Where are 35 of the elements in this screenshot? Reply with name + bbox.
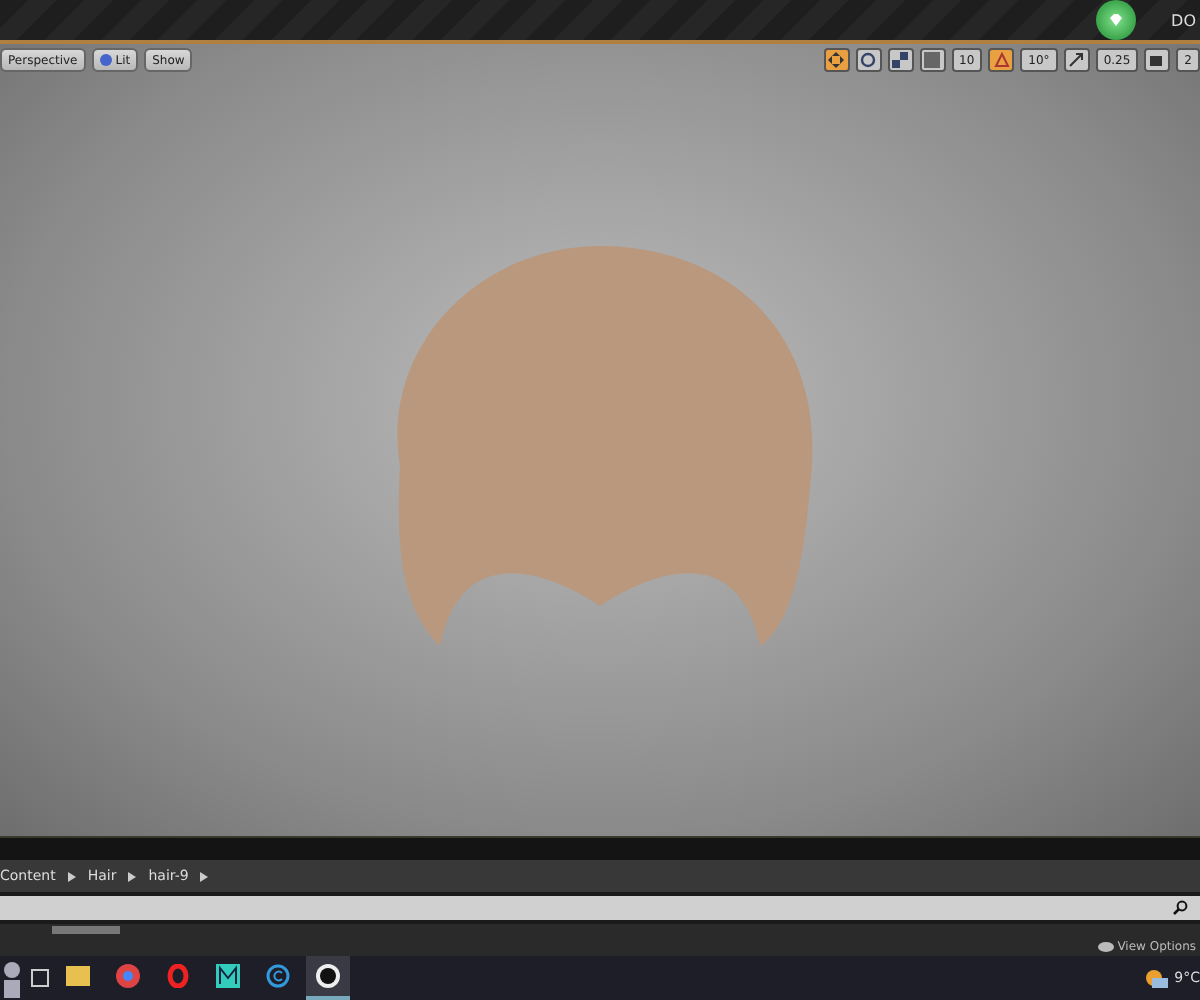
gem-icon: [1107, 12, 1124, 28]
eye-icon: [1097, 941, 1114, 951]
transform-tool[interactable]: [823, 48, 850, 72]
letter-m-square-icon: [216, 964, 240, 988]
snap-toggle[interactable]: [1063, 48, 1090, 72]
search-field[interactable]: [0, 896, 1200, 920]
user-silhouette-icon: [0, 958, 24, 998]
camera-icon: [1149, 52, 1166, 68]
round-browser-icon: [116, 964, 140, 988]
ring-o-icon: [166, 964, 190, 988]
user-label: DO: [1171, 11, 1196, 29]
rotate-icon: [860, 52, 877, 68]
triangle-icon: [993, 52, 1010, 68]
snap-toggle[interactable]: [919, 48, 946, 72]
move-arrows-icon: [828, 52, 845, 68]
weather-icon: [1144, 968, 1169, 988]
search-icon: [1172, 900, 1188, 916]
taskbar-app[interactable]: [306, 956, 350, 1000]
scrollbar-thumb[interactable]: [52, 926, 120, 934]
diagonal-arrow-icon: [1068, 52, 1085, 68]
task-view-icon: [30, 968, 50, 988]
caret-icon: [128, 871, 137, 881]
snap-toggle[interactable]: [988, 48, 1015, 72]
folder-icon: [66, 966, 90, 986]
round-logo-icon: [316, 964, 340, 988]
circle-c-icon: [266, 964, 290, 988]
transform-tool[interactable]: [887, 48, 914, 72]
sphere-icon: [99, 54, 112, 66]
grid-square-icon: [924, 52, 941, 68]
caret-icon: [200, 871, 209, 881]
scale-icon: [892, 52, 909, 68]
caret-icon: [67, 871, 76, 881]
orb-button[interactable]: [1095, 0, 1136, 40]
snap-toggle[interactable]: [1144, 48, 1171, 72]
transform-tool[interactable]: [855, 48, 882, 72]
